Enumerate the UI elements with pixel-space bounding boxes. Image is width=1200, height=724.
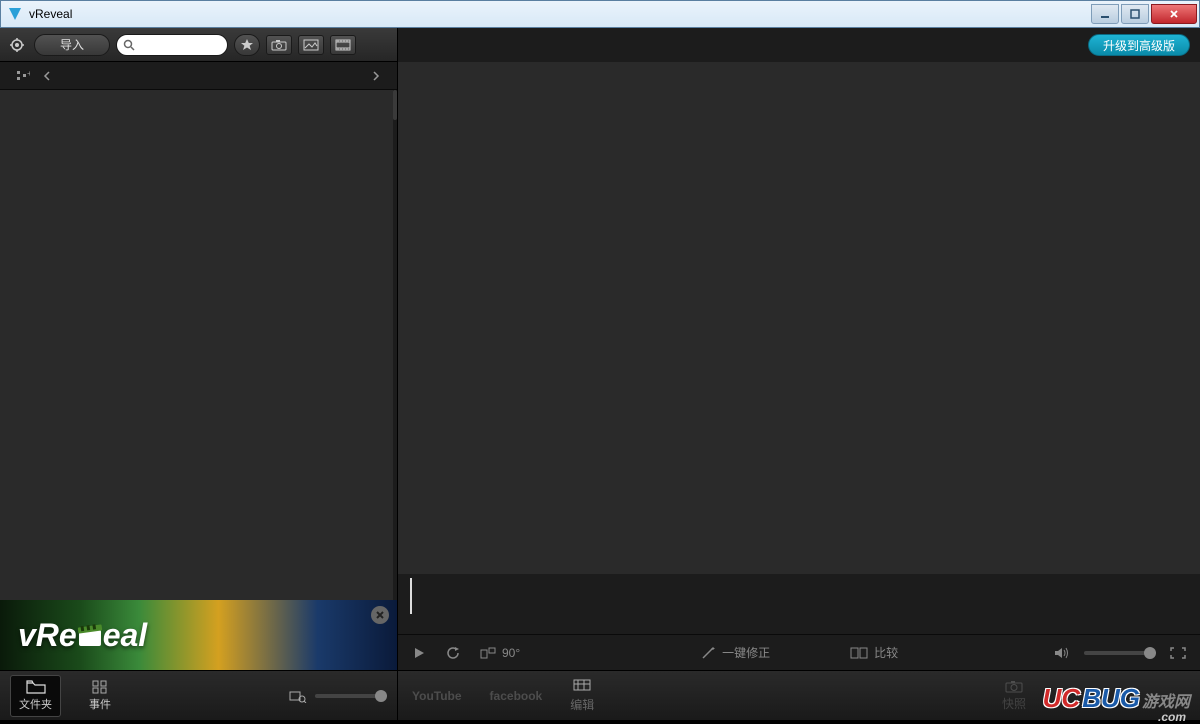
edit-icon: [572, 678, 592, 694]
add-node-button[interactable]: +: [10, 68, 36, 84]
breadcrumb-row: +: [0, 62, 397, 90]
search-input-wrap[interactable]: [116, 34, 228, 56]
search-icon: [123, 39, 135, 51]
clapper-icon: [75, 620, 105, 650]
watermark-cn: 游戏网: [1142, 688, 1190, 712]
playback-controls: 90° 一键修正 比较: [398, 634, 1200, 670]
video-filter-button[interactable]: [330, 35, 356, 55]
right-bottom-bar: YouTube facebook 编辑 快照 UCBUG 游戏网 .com: [398, 670, 1200, 720]
upgrade-button[interactable]: 升级到高级版: [1088, 34, 1190, 56]
tab-folders-label: 文件夹: [19, 696, 52, 712]
volume-button[interactable]: [1054, 646, 1070, 660]
close-button[interactable]: [1151, 4, 1197, 24]
watermark-bug: BUG: [1082, 683, 1140, 714]
settings-button[interactable]: [6, 34, 28, 56]
window-buttons: [1089, 4, 1197, 24]
fullscreen-button[interactable]: [1170, 647, 1186, 659]
play-icon: [412, 646, 426, 660]
window-title: vReveal: [29, 7, 1089, 21]
play-button[interactable]: [412, 646, 426, 660]
compare-label: 比较: [874, 644, 898, 661]
chevron-left-icon: [42, 70, 52, 82]
upgrade-label: 升级到高级版: [1103, 37, 1175, 54]
star-icon: [240, 38, 254, 52]
zoom-slider[interactable]: [315, 694, 387, 698]
timeline[interactable]: [398, 574, 1200, 634]
fullscreen-icon: [1170, 647, 1186, 659]
close-icon: [375, 610, 385, 620]
share-youtube-button[interactable]: YouTube: [412, 689, 462, 703]
facebook-label: facebook: [490, 689, 543, 703]
onekey-fix-button[interactable]: 一键修正: [700, 644, 770, 661]
media-browser[interactable]: [0, 90, 397, 600]
edit-button[interactable]: 编辑: [570, 678, 594, 713]
minimize-button[interactable]: [1091, 4, 1119, 24]
add-icon: +: [16, 70, 30, 82]
edit-label: 编辑: [570, 696, 594, 713]
video-preview[interactable]: [398, 62, 1200, 574]
grid-icon: [92, 680, 108, 694]
watermark-uc: UC: [1043, 683, 1081, 714]
loop-icon: [446, 646, 460, 660]
volume-thumb[interactable]: [1144, 647, 1156, 659]
promo-banner: vRe eal: [0, 600, 397, 670]
compare-button[interactable]: 比较: [850, 644, 898, 661]
search-input[interactable]: [143, 39, 223, 51]
image-filter-button[interactable]: [298, 35, 324, 55]
onekey-label: 一键修正: [722, 644, 770, 661]
tab-folders[interactable]: 文件夹: [10, 675, 61, 717]
folder-icon: [26, 680, 46, 694]
promo-close-button[interactable]: [371, 606, 389, 624]
loop-button[interactable]: [446, 646, 460, 660]
zoom-thumb[interactable]: [375, 690, 387, 702]
zoom-icon: [289, 689, 307, 703]
nav-forward-button[interactable]: [365, 68, 387, 84]
snapshot-label: 快照: [1002, 695, 1026, 712]
rotate-icon: [480, 646, 496, 660]
rotate-label: 90°: [502, 646, 520, 660]
camera-icon: [1004, 679, 1024, 693]
camera-icon: [271, 39, 287, 51]
left-toolbar: 导入: [0, 28, 397, 62]
import-label: 导入: [60, 36, 84, 53]
window-titlebar: vReveal: [0, 0, 1200, 28]
share-facebook-button[interactable]: facebook: [490, 689, 543, 703]
nav-back-button[interactable]: [36, 68, 58, 84]
magic-icon: [700, 646, 716, 660]
chevron-right-icon: [371, 70, 381, 82]
playhead[interactable]: [410, 578, 412, 614]
zoom-control: [289, 689, 387, 703]
favorites-button[interactable]: [234, 34, 260, 56]
snapshot-button[interactable]: 快照: [1002, 679, 1026, 712]
maximize-button[interactable]: [1121, 4, 1149, 24]
promo-brand: vRe eal: [18, 617, 147, 654]
watermark-com: .com: [1158, 710, 1186, 724]
svg-text:+: +: [27, 70, 30, 78]
app-body: 导入 +: [0, 28, 1200, 720]
camera-filter-button[interactable]: [266, 35, 292, 55]
landscape-icon: [303, 39, 319, 51]
volume-slider[interactable]: [1084, 651, 1156, 655]
gear-icon: [9, 37, 25, 53]
watermark: UCBUG 游戏网 .com: [1043, 683, 1190, 714]
right-panel: 升级到高级版 90° 一键修正 比较: [398, 28, 1200, 720]
tab-events[interactable]: 事件: [81, 676, 119, 716]
compare-icon: [850, 647, 868, 659]
tab-events-label: 事件: [89, 696, 111, 712]
left-bottom-bar: 文件夹 事件: [0, 670, 397, 720]
import-button[interactable]: 导入: [34, 34, 110, 56]
app-icon: [7, 6, 23, 22]
volume-icon: [1054, 646, 1070, 660]
rotate-button[interactable]: 90°: [480, 646, 520, 660]
left-panel: 导入 +: [0, 28, 398, 720]
controls-right: [1054, 646, 1186, 660]
film-icon: [335, 39, 351, 51]
youtube-label: YouTube: [412, 689, 462, 703]
